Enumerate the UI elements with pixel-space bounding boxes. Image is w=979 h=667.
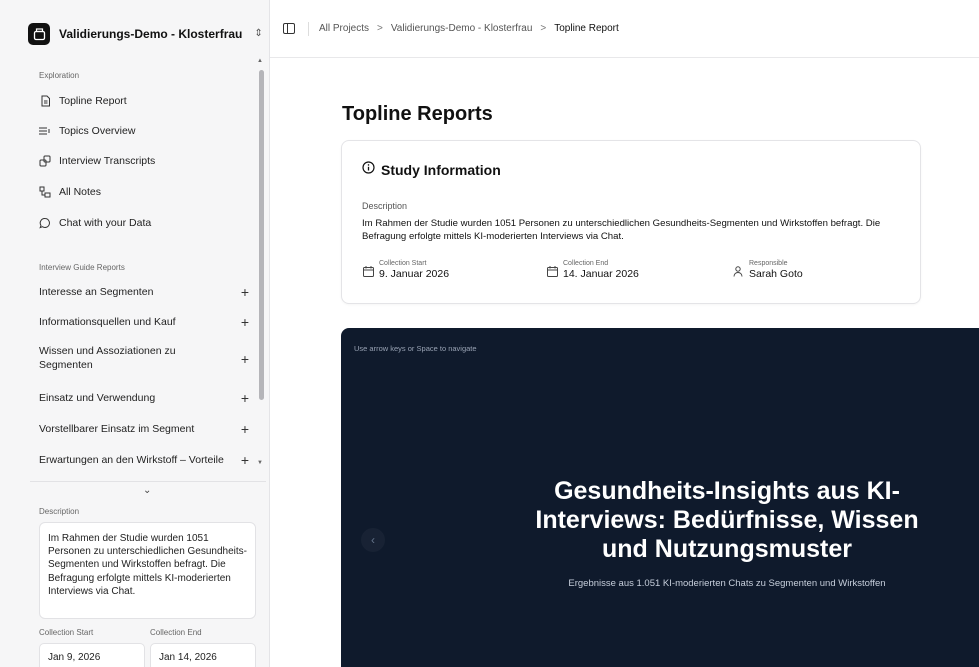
separator xyxy=(308,21,309,36)
slide-subtitle: Ergebnisse aus 1.051 KI-moderierten Chat… xyxy=(568,578,886,589)
sidebar-scrollbar[interactable]: ▲ ▼ xyxy=(256,58,266,470)
plus-icon[interactable]: + xyxy=(241,453,249,467)
scrollbar-thumb[interactable] xyxy=(259,70,264,400)
sidebar-collection-start-label: Collection Start xyxy=(39,628,94,637)
sidebar: Validierungs-Demo - Klosterfrau ⇕ Explor… xyxy=(0,0,270,667)
breadcrumb-separator: > xyxy=(377,23,383,34)
chevron-updown-icon: ⇕ xyxy=(254,28,263,39)
responsible-value: Sarah Goto xyxy=(749,268,803,280)
transcript-icon xyxy=(38,154,52,168)
chevron-left-icon[interactable]: ‹ xyxy=(361,528,385,552)
guide-item-einsatz[interactable]: Einsatz und Verwendung + xyxy=(39,391,251,405)
card-header: Study Information xyxy=(362,161,501,179)
collection-end: Collection End 14. Januar 2026 xyxy=(546,260,639,280)
responsible: Responsible Sarah Goto xyxy=(732,260,803,280)
sidebar-item-label: Topline Report xyxy=(59,95,127,107)
sidebar-item-interview-transcripts[interactable]: Interview Transcripts xyxy=(34,149,254,173)
plus-icon[interactable]: + xyxy=(241,422,249,436)
plus-icon[interactable]: + xyxy=(241,391,249,405)
scroll-down-icon[interactable]: ▼ xyxy=(257,460,263,466)
document-icon xyxy=(38,94,52,108)
collection-start: Collection Start 9. Januar 2026 xyxy=(362,260,449,280)
workspace-switcher[interactable]: Validierungs-Demo - Klosterfrau ⇕ xyxy=(28,18,264,50)
sidebar-item-label: Chat with your Data xyxy=(59,217,152,229)
guide-item-label: Interesse an Segmenten xyxy=(39,286,154,298)
exploration-label: Exploration xyxy=(39,71,80,80)
interview-guide-label: Interview Guide Reports xyxy=(39,263,125,272)
presentation-slide[interactable]: Use arrow keys or Space to navigate ‹ Ge… xyxy=(341,328,979,667)
guide-item-label: Erwartungen an den Wirkstoff – Vorteile xyxy=(39,454,224,466)
chat-icon xyxy=(38,216,52,230)
sidebar-item-label: Topics Overview xyxy=(59,125,136,137)
guide-item-interesse[interactable]: Interesse an Segmenten + xyxy=(39,285,251,299)
plus-icon[interactable]: + xyxy=(241,285,249,299)
sidebar-item-all-notes[interactable]: All Notes xyxy=(34,180,254,204)
collection-start-field[interactable]: Jan 9, 2026 xyxy=(39,643,145,667)
plus-icon[interactable]: + xyxy=(241,352,249,366)
guide-item-label: Einsatz und Verwendung xyxy=(39,392,156,404)
guide-item-wissen[interactable]: Wissen und Assoziationen zu Segmenten + xyxy=(39,345,251,372)
guide-item-label: Informationsquellen und Kauf xyxy=(39,316,176,328)
sidebar-item-label: Interview Transcripts xyxy=(59,155,156,167)
study-information-card: Study Information Description Im Rahmen … xyxy=(341,140,921,304)
sidebar-item-topics-overview[interactable]: Topics Overview xyxy=(34,119,254,143)
info-icon xyxy=(362,161,375,179)
breadcrumb-current: Topline Report xyxy=(554,23,619,34)
sidebar-divider xyxy=(30,481,266,482)
guide-item-informationsquellen[interactable]: Informationsquellen und Kauf + xyxy=(39,315,251,329)
guide-item-vorstellbarer[interactable]: Vorstellbarer Einsatz im Segment + xyxy=(39,422,251,436)
slide-navigation-hint: Use arrow keys or Space to navigate xyxy=(354,344,477,353)
top-bar: All Projects > Validierungs-Demo - Klost… xyxy=(270,0,979,58)
user-icon xyxy=(732,266,744,277)
notes-icon xyxy=(38,185,52,199)
workspace-name: Validierungs-Demo - Klosterfrau xyxy=(59,27,243,41)
plus-icon[interactable]: + xyxy=(241,315,249,329)
sidebar-item-chat-with-data[interactable]: Chat with your Data xyxy=(34,211,254,235)
collection-start-value: 9. Januar 2026 xyxy=(379,268,450,280)
sidebar-description-label: Description xyxy=(39,507,80,516)
breadcrumb-all-projects[interactable]: All Projects xyxy=(319,23,369,34)
guide-item-label: Vorstellbarer Einsatz im Segment xyxy=(39,423,195,435)
collection-end-label: Collection End xyxy=(563,260,609,267)
list-icon xyxy=(38,124,52,138)
sidebar-toggle-icon[interactable] xyxy=(283,23,295,34)
sidebar-collection-end-label: Collection End xyxy=(150,628,202,637)
study-description: Im Rahmen der Studie wurden 1051 Persone… xyxy=(362,218,881,243)
sidebar-item-label: All Notes xyxy=(59,186,102,198)
sidebar-description: Im Rahmen der Studie wurden 1051 Persone… xyxy=(39,522,256,619)
collection-start-label: Collection Start xyxy=(379,260,427,267)
guide-item-erwartungen[interactable]: Erwartungen an den Wirkstoff – Vorteile … xyxy=(39,453,251,467)
responsible-label: Responsible xyxy=(749,260,788,267)
calendar-icon xyxy=(362,266,374,277)
calendar-icon xyxy=(546,266,558,277)
scroll-up-icon[interactable]: ▲ xyxy=(257,58,263,64)
sidebar-item-topline-report[interactable]: Topline Report xyxy=(34,89,254,113)
breadcrumb-separator: > xyxy=(540,23,547,34)
collection-end-value: 14. Januar 2026 xyxy=(563,268,639,280)
collection-end-field[interactable]: Jan 14, 2026 xyxy=(150,643,256,667)
guide-item-label: Wissen und Assoziationen zu Segmenten xyxy=(39,345,176,371)
breadcrumb: All Projects > Validierungs-Demo - Klost… xyxy=(319,23,619,34)
workspace-logo-icon xyxy=(28,23,50,45)
slide-title: Gesundheits-Insights aus KI-Interviews: … xyxy=(535,477,919,563)
card-title: Study Information xyxy=(381,162,501,178)
page-title: Topline Reports xyxy=(342,103,493,125)
description-label: Description xyxy=(362,201,408,211)
chevron-down-icon[interactable]: ⌄ xyxy=(143,485,151,496)
breadcrumb-project[interactable]: Validierungs-Demo - Klosterfrau xyxy=(391,23,533,34)
